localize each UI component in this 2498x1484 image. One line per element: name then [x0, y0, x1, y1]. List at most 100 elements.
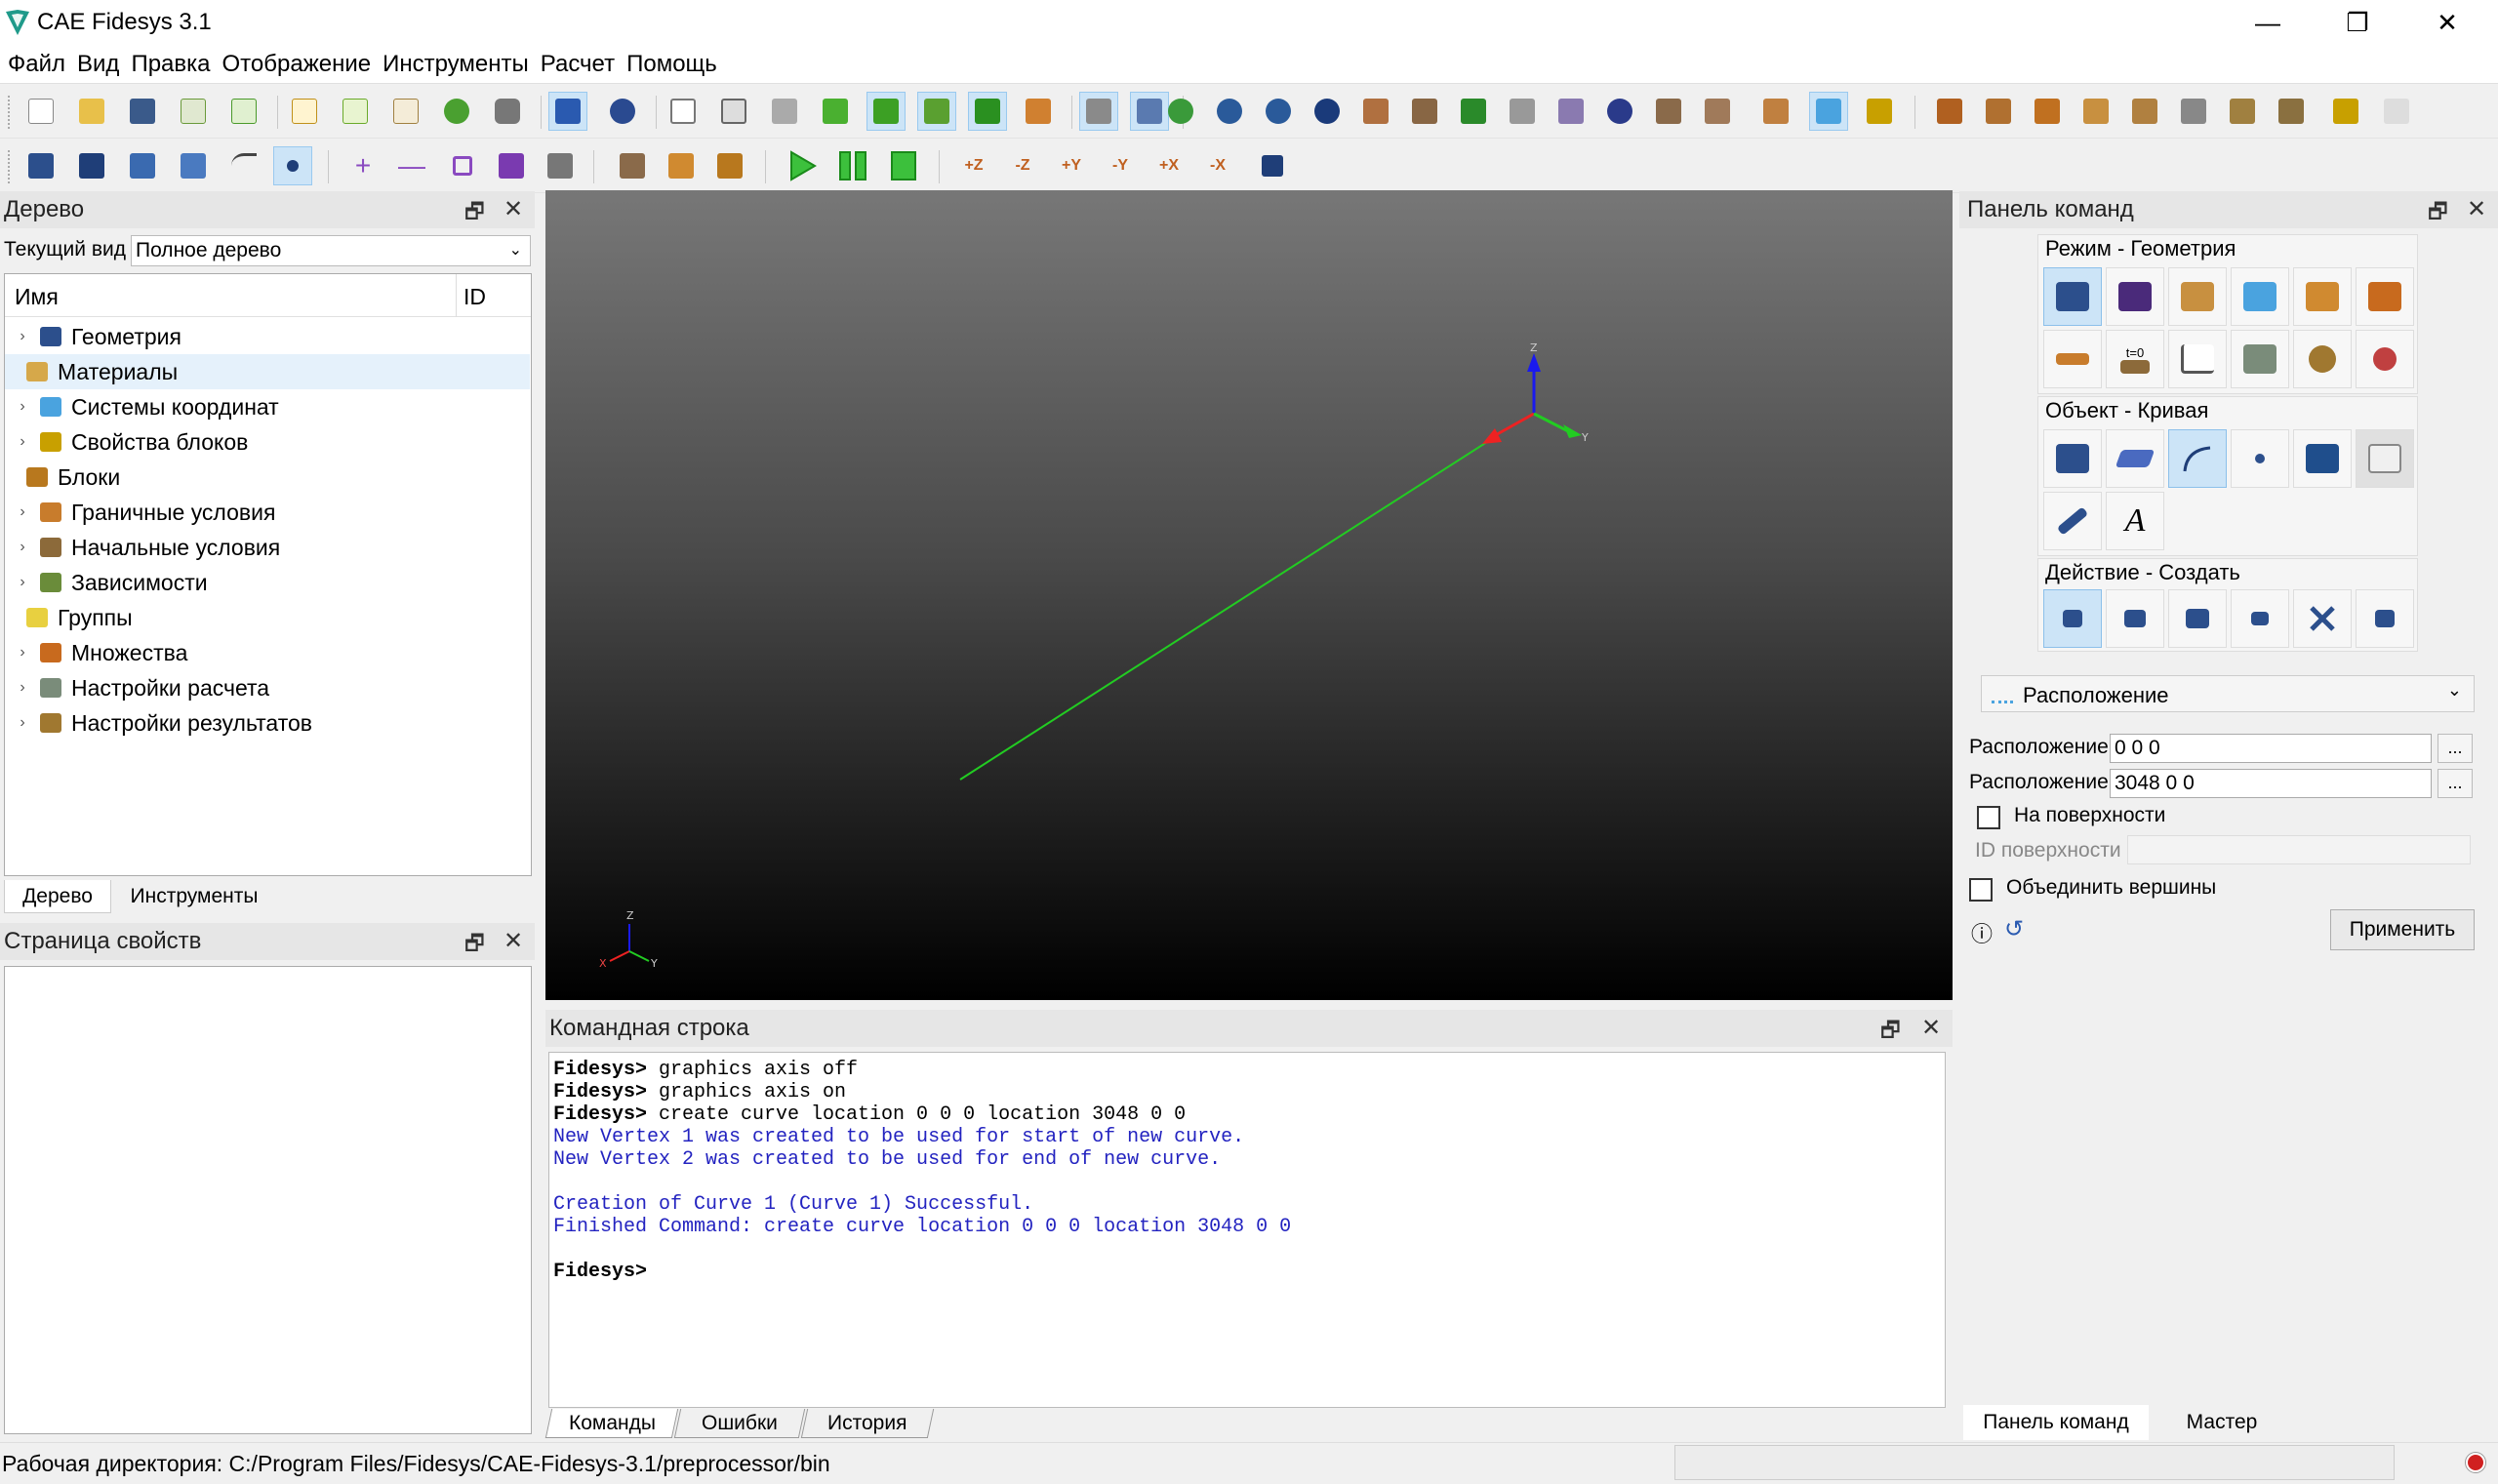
- tree-item[interactable]: › Начальные условия: [5, 530, 530, 565]
- script-button[interactable]: [285, 92, 324, 131]
- record-button[interactable]: [437, 92, 476, 131]
- action-copy-button[interactable]: [2168, 589, 2227, 648]
- tree-item[interactable]: › Настройки расчета: [5, 670, 530, 705]
- action-transform-button[interactable]: [2231, 589, 2289, 648]
- view-minus-x-button[interactable]: -X: [1198, 146, 1237, 185]
- zoom-out-button[interactable]: [1259, 92, 1298, 131]
- new-file-button[interactable]: [21, 92, 60, 131]
- view-plus-x-button[interactable]: +X: [1149, 146, 1189, 185]
- sphere-button[interactable]: [1600, 92, 1639, 131]
- object-volume-button[interactable]: [2043, 429, 2102, 488]
- save-as-button[interactable]: [174, 92, 213, 131]
- view-plus-z-button[interactable]: +Z: [954, 146, 993, 185]
- object-surface-button[interactable]: [2106, 429, 2164, 488]
- bc-contact-button[interactable]: [2174, 92, 2213, 131]
- location2-pick-button[interactable]: ...: [2438, 769, 2473, 798]
- surface-id-input[interactable]: [2127, 835, 2471, 864]
- tree-column-id[interactable]: ID: [463, 284, 486, 310]
- axis-toggle-button[interactable]: [1809, 92, 1848, 131]
- settings-tool-button[interactable]: [488, 92, 527, 131]
- tree-view-dropdown[interactable]: Полное дерево ⌄: [131, 235, 531, 266]
- tree-item[interactable]: › Зависимости: [5, 565, 530, 600]
- right-panel-float-icon[interactable]: 🗗: [2428, 195, 2448, 232]
- zoom-in-button[interactable]: [1210, 92, 1249, 131]
- graphics-viewport[interactable]: Z Y Z X Y: [545, 190, 1953, 1000]
- merge-vertices-checkbox[interactable]: [1969, 878, 1993, 902]
- edge-button[interactable]: —: [392, 146, 431, 185]
- mode-coordinate-button[interactable]: [2231, 267, 2289, 326]
- stop-button[interactable]: [884, 146, 923, 185]
- chevron-right-icon[interactable]: ›: [5, 574, 40, 591]
- export-button[interactable]: [224, 92, 263, 131]
- undo-button[interactable]: [603, 92, 642, 131]
- open-file-button[interactable]: [72, 92, 111, 131]
- props-panel-float-icon[interactable]: 🗗: [464, 927, 485, 964]
- curve-1[interactable]: [959, 439, 1491, 781]
- bc-fixed-button[interactable]: [1930, 92, 1969, 131]
- mode-bc-button[interactable]: [2043, 330, 2102, 388]
- object-curve-button[interactable]: [2168, 429, 2227, 488]
- command-output[interactable]: Fidesys> graphics axis off Fidesys> graph…: [548, 1052, 1946, 1408]
- tab-command-panel[interactable]: Панель команд: [1963, 1405, 2149, 1440]
- bc-temperature-button[interactable]: [2125, 92, 2164, 131]
- tree-panel-close-icon[interactable]: ✕: [504, 195, 523, 223]
- bc-velocity-button[interactable]: [2272, 92, 2311, 131]
- box-zoom-button[interactable]: [1756, 92, 1795, 131]
- chevron-right-icon[interactable]: ›: [5, 328, 40, 345]
- tree-item[interactable]: › Граничные условия: [5, 495, 530, 530]
- quad-button[interactable]: [443, 146, 482, 185]
- chevron-right-icon[interactable]: ›: [5, 398, 40, 416]
- element-button[interactable]: [541, 146, 580, 185]
- location2-input[interactable]: 3048 0 0: [2110, 769, 2432, 798]
- close-button[interactable]: ✕: [2402, 0, 2492, 45]
- view-minus-y-button[interactable]: -Y: [1101, 146, 1140, 185]
- save-button[interactable]: [123, 92, 162, 131]
- geometry-mode-button[interactable]: [21, 146, 60, 185]
- face-button[interactable]: [174, 146, 213, 185]
- chevron-right-icon[interactable]: ›: [5, 433, 40, 451]
- tree-item[interactable]: › Настройки результатов: [5, 705, 530, 741]
- chevron-right-icon[interactable]: ›: [5, 539, 40, 556]
- object-measure-button[interactable]: [2043, 492, 2102, 550]
- chevron-right-icon[interactable]: ›: [5, 644, 40, 662]
- action-delete-button[interactable]: [2293, 589, 2352, 648]
- command-panel-float-icon[interactable]: 🗗: [1880, 1014, 1901, 1051]
- bc-heat-button[interactable]: [2326, 92, 2365, 131]
- mode-geometry-button[interactable]: [2043, 267, 2102, 326]
- dimension-button[interactable]: [613, 146, 652, 185]
- info-icon[interactable]: ⓘ: [1971, 917, 1993, 948]
- view-minus-z-button[interactable]: -Z: [1003, 146, 1042, 185]
- mode-inspect-button[interactable]: [2356, 330, 2414, 388]
- node-button[interactable]: +: [343, 146, 383, 185]
- mesh-grid-button[interactable]: [662, 146, 701, 185]
- mode-initial-button[interactable]: t=0: [2106, 330, 2164, 388]
- tab-tree[interactable]: Дерево: [4, 880, 111, 913]
- action-modify-button[interactable]: [2106, 589, 2164, 648]
- run-button[interactable]: [783, 146, 822, 185]
- menu-calculation[interactable]: Расчет: [541, 45, 615, 84]
- mode-set-button[interactable]: [2356, 267, 2414, 326]
- props-panel-close-icon[interactable]: ✕: [504, 927, 523, 955]
- chevron-right-icon[interactable]: ›: [5, 503, 40, 521]
- volume-button[interactable]: [72, 146, 111, 185]
- front-view-button[interactable]: [1503, 92, 1542, 131]
- mode-analysis-button[interactable]: [2231, 330, 2289, 388]
- location1-pick-button[interactable]: ...: [2438, 734, 2473, 763]
- object-group-button[interactable]: [2293, 429, 2352, 488]
- tree-column-name[interactable]: Имя: [15, 284, 59, 310]
- section-property-button[interactable]: [1860, 92, 1899, 131]
- tree-panel-float-icon[interactable]: 🗗: [464, 195, 485, 232]
- reset-icon[interactable]: ↺: [2004, 915, 2024, 943]
- error-indicator-icon[interactable]: [2466, 1453, 2485, 1472]
- tree-item[interactable]: › Свойства блоков: [5, 424, 530, 460]
- view-plus-y-button[interactable]: +Y: [1052, 146, 1091, 185]
- frame-button[interactable]: [1698, 92, 1737, 131]
- command-panel-close-icon[interactable]: ✕: [1921, 1014, 1941, 1042]
- tree-item[interactable]: › Множества: [5, 635, 530, 670]
- tab-errors[interactable]: Ошибки: [673, 1409, 806, 1438]
- tree-item[interactable]: Группы: [5, 600, 530, 635]
- tree-item[interactable]: Блоки: [5, 460, 530, 495]
- iso-view-button[interactable]: [1454, 92, 1493, 131]
- curve-button[interactable]: [224, 146, 263, 185]
- transparent-button[interactable]: [917, 92, 956, 131]
